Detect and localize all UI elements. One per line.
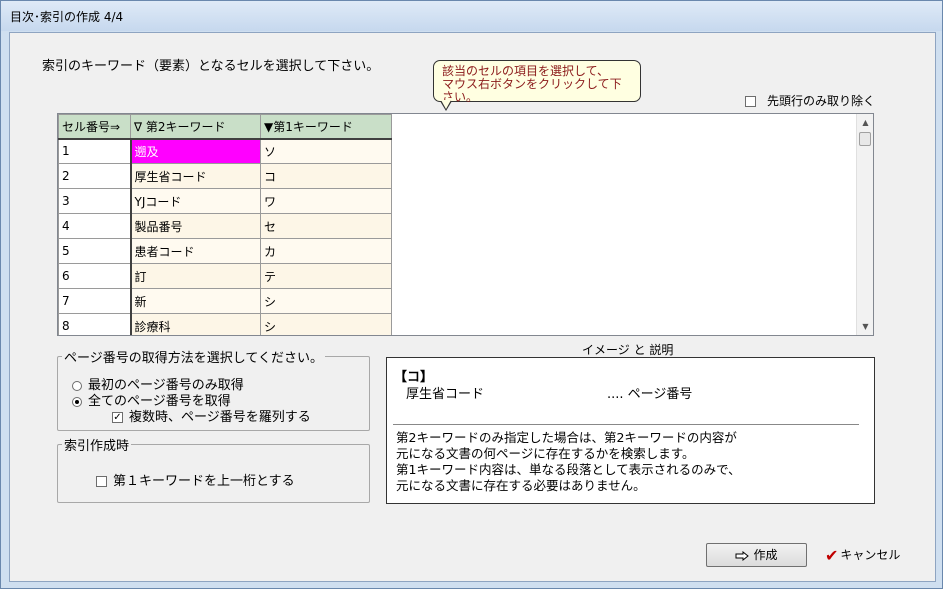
table-row: 2 厚生省コード コ: [58, 163, 392, 189]
grid-header-row: セル番号⇒ ∇ 第2キーワード ▼第1キーワード: [58, 114, 392, 140]
callout-tail-fill: [441, 100, 451, 109]
keyword-1-cell[interactable]: ソ: [260, 138, 392, 164]
keyword-1-cell[interactable]: シ: [260, 288, 392, 314]
header-keyword-2[interactable]: ∇ 第2キーワード: [130, 114, 261, 140]
cancel-button-label: キャンセル: [840, 548, 901, 562]
scroll-up-arrow-icon[interactable]: ▲: [857, 114, 873, 131]
pointing-hand-icon: [735, 550, 750, 561]
create-button[interactable]: 作成: [706, 543, 807, 567]
remove-first-row-option[interactable]: 先頭行のみ取り除く: [745, 92, 875, 109]
preview-divider: [393, 424, 859, 425]
page-number-method-group: ページ番号の取得方法を選択してください。 最初のページ番号のみ取得 全てのページ…: [57, 347, 370, 431]
preview-desc-line-4: 元になる文書に存在する必要はありません。: [396, 478, 646, 493]
row-number-cell[interactable]: 4: [58, 213, 132, 239]
remove-first-row-label: 先頭行のみ取り除く: [767, 94, 876, 108]
tooltip-callout: 該当のセルの項目を選択して、 マウス右ボタンをクリックして下さい。: [433, 60, 641, 104]
table-row: 4 製品番号 セ: [58, 213, 392, 239]
option-keyword1-upper[interactable]: 第１キーワードを上一桁とする: [96, 470, 295, 489]
preview-page-number: .... ページ番号: [607, 387, 693, 402]
table-row: 7 新 シ: [58, 288, 392, 314]
keyword-2-cell[interactable]: 診療科: [130, 313, 261, 335]
index-creation-group: 索引作成時 第１キーワードを上一桁とする: [57, 435, 370, 503]
keyword-1-cell[interactable]: カ: [260, 238, 392, 264]
keyword-2-cell[interactable]: 厚生省コード: [130, 163, 261, 189]
create-button-label: 作成: [753, 548, 778, 562]
red-check-icon: ✔: [825, 545, 839, 565]
row-number-cell[interactable]: 5: [58, 238, 132, 264]
keyword-1-cell[interactable]: テ: [260, 263, 392, 289]
row-number-cell[interactable]: 3: [58, 188, 132, 214]
table-row: 1 遡及 ソ: [58, 138, 392, 164]
preview-desc-line-3: 第1キーワード内容は、単なる段落として表示されるのみで、: [396, 462, 741, 477]
window-title: 目次･索引の作成 4/4: [10, 10, 124, 24]
header-keyword-1[interactable]: ▼第1キーワード: [260, 114, 392, 140]
callout-line-2: マウス右ボタンをクリックして下さい。: [442, 77, 622, 104]
radio-all-pages[interactable]: [72, 396, 82, 407]
keyword-1-cell[interactable]: ワ: [260, 188, 392, 214]
dialog-body: 索引のキーワード（要素）となるセルを選択して下さい。 該当のセルの項目を選択して…: [9, 32, 936, 582]
row-number-cell[interactable]: 7: [58, 288, 132, 314]
row-number-cell[interactable]: 1: [58, 138, 132, 164]
instruction-text: 索引のキーワード（要素）となるセルを選択して下さい。: [42, 59, 380, 74]
grid-vertical-scrollbar[interactable]: ▲ ▼: [856, 114, 873, 335]
dialog-window: 目次･索引の作成 4/4 索引のキーワード（要素）となるセルを選択して下さい。 …: [0, 0, 943, 589]
keyword-1-cell[interactable]: セ: [260, 213, 392, 239]
scroll-down-arrow-icon[interactable]: ▼: [857, 318, 873, 335]
keyword-1-cell[interactable]: シ: [260, 313, 392, 335]
title-bar: 目次･索引の作成 4/4: [1, 1, 942, 31]
header-cell-number[interactable]: セル番号⇒: [58, 114, 131, 140]
preview-desc-line-2: 元になる文書の何ページに存在するかを検索します。: [396, 446, 695, 461]
keyword-2-cell[interactable]: 訂: [130, 263, 261, 289]
keyword-2-cell[interactable]: 遡及: [130, 138, 261, 164]
keyword-1-cell[interactable]: コ: [260, 163, 392, 189]
table-row: 3 YJコード ワ: [58, 188, 392, 214]
index-creation-legend: 索引作成時: [64, 439, 130, 454]
page-number-method-legend: ページ番号の取得方法を選択してください。: [64, 351, 323, 366]
preview-keyword: 厚生省コード: [406, 387, 485, 402]
keyword-table: セル番号⇒ ∇ 第2キーワード ▼第1キーワード 1 遡及 ソ 2 厚生省コード…: [58, 114, 392, 335]
preview-label: イメージ と 説明: [582, 343, 674, 357]
row-number-cell[interactable]: 2: [58, 163, 132, 189]
list-pages-checkbox[interactable]: ✓: [112, 412, 123, 423]
preview-desc-line-1: 第2キーワードのみ指定した場合は、第2キーワードの内容が: [396, 430, 737, 445]
option-list-pages[interactable]: ✓ 複数時、ページ番号を羅列する: [112, 406, 311, 425]
keyword1-upper-checkbox[interactable]: [96, 476, 107, 487]
preview-description: 第2キーワードのみ指定した場合は、第2キーワードの内容が 元になる文書の何ページ…: [396, 430, 866, 494]
cancel-button[interactable]: ✔ キャンセル: [825, 543, 915, 567]
keyword-2-cell[interactable]: 患者コード: [130, 238, 261, 264]
radio-first-page-only[interactable]: [72, 380, 82, 391]
row-number-cell[interactable]: 6: [58, 263, 132, 289]
keyword-2-cell[interactable]: 新: [130, 288, 261, 314]
option-list-pages-label: 複数時、ページ番号を羅列する: [129, 410, 311, 425]
remove-first-row-checkbox[interactable]: [745, 96, 756, 107]
row-number-cell[interactable]: 8: [58, 313, 132, 335]
preview-panel: 【コ】 厚生省コード .... ページ番号 第2キーワードのみ指定した場合は、第…: [386, 357, 875, 504]
scroll-thumb[interactable]: [859, 132, 871, 146]
table-row: 5 患者コード カ: [58, 238, 392, 264]
table-row: 8 診療科 シ: [58, 313, 392, 335]
keyword-2-cell[interactable]: YJコード: [130, 188, 261, 214]
keyword-2-cell[interactable]: 製品番号: [130, 213, 261, 239]
keyword-grid[interactable]: セル番号⇒ ∇ 第2キーワード ▼第1キーワード 1 遡及 ソ 2 厚生省コード…: [57, 113, 874, 336]
table-row: 6 訂 テ: [58, 263, 392, 289]
option-keyword1-upper-label: 第１キーワードを上一桁とする: [113, 474, 295, 489]
